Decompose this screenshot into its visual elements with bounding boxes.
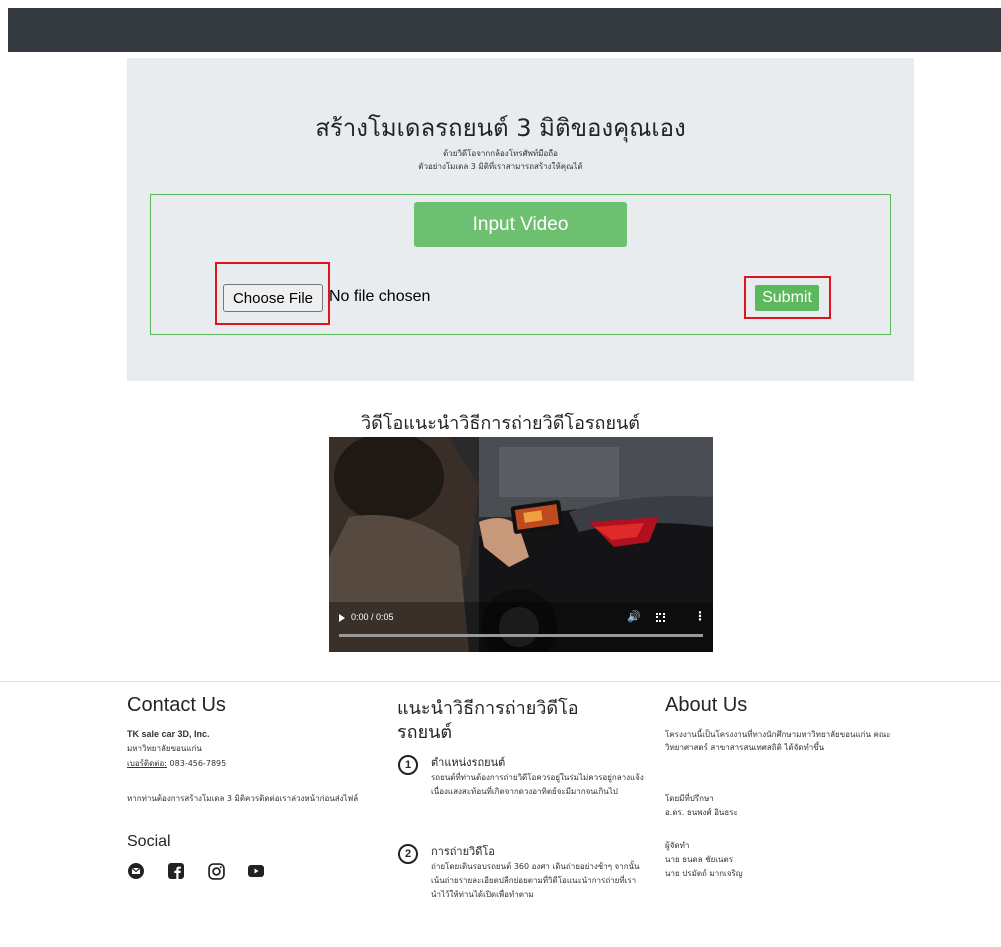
video-progress-bar[interactable] [339,634,703,637]
more-options-icon[interactable]: ⋮ [694,609,706,623]
contact-title: Contact Us [127,694,226,716]
advisor-name: อ.ดร. ธนพงศ์ อินธระ [665,808,738,817]
contact-phone-label: เบอร์ติดต่อ: [127,759,167,768]
highlight-box-submit [744,276,831,319]
contact-note: หากท่านต้องการสร้างโมเดล 3 มิติควรติดต่อ… [127,794,359,803]
video-player[interactable]: 0:00 / 0:05 🔊 ⋮ [329,437,713,652]
hero-subtitle-2: ตัวอย่างโมเดล 3 มิติที่เราสามารถสร้างให้… [418,162,583,171]
play-icon[interactable] [339,614,345,622]
contact-phone-number: 083-456-7895 [169,759,227,768]
contact-university: มหาวิทยาลัยขอนแก่น [127,744,202,753]
step-2-number: 2 [398,844,418,864]
highlight-box-choose-file [215,262,330,325]
maker-2-name: นาย ปรมัตถ์ มากเจริญ [665,869,743,878]
top-navbar [8,8,1001,52]
email-icon[interactable] [127,862,145,880]
contact-phone: เบอร์ติดต่อ: 083-456-7895 [127,757,226,770]
video-time: 0:00 / 0:05 [351,612,394,622]
hero-title: สร้างโมเดลรถยนต์ 3 มิติของคุณเอง [315,114,686,142]
step-2-body: ถ่ายโดยเดินรอบรถยนต์ 360 องศา เดินถ่ายอย… [431,862,640,899]
fullscreen-icon[interactable] [656,613,665,622]
step-1-number: 1 [398,755,418,775]
maker-1-name: นาย ธนดล ชัยเนตร [665,855,733,864]
social-icons [127,862,265,880]
input-video-button[interactable]: Input Video [414,202,627,247]
hero-subtitle-1: ด้วยวิดีโอจากกล้องโทรศัพท์มือถือ [443,149,558,158]
video-section-title: วิดีโอแนะนำวิธีการถ่ายวิดีโอรถยนต์ [361,413,640,434]
volume-icon[interactable]: 🔊 [627,610,641,623]
step-1-heading: ตำแหน่งรถยนต์ [431,756,506,769]
instagram-icon[interactable] [207,862,225,880]
step-2-heading: การถ่ายวิดีโอ [431,845,495,858]
about-description: โครงงานนี้เป็นโครงงานที่ทางนักศึกษามหาวิ… [665,730,891,752]
footer-divider [0,681,1001,682]
no-file-chosen-text: No file chosen [329,288,431,305]
advisor-heading: โดยมีที่ปรึกษา [665,794,714,803]
makers-heading: ผู้จัดทำ [665,841,690,850]
guide-title: แนะนำวิธีการถ่ายวิดีโอรถยนต์ [397,698,579,743]
social-title: Social [127,833,171,850]
about-title: About Us [665,694,748,716]
facebook-icon[interactable] [167,862,185,880]
step-1-body: รถยนต์ที่ท่านต้องการถ่ายวิดีโอควรอยู่ในร… [431,773,644,796]
youtube-icon[interactable] [247,862,265,880]
contact-company: TK sale car 3D, Inc. [127,729,210,739]
